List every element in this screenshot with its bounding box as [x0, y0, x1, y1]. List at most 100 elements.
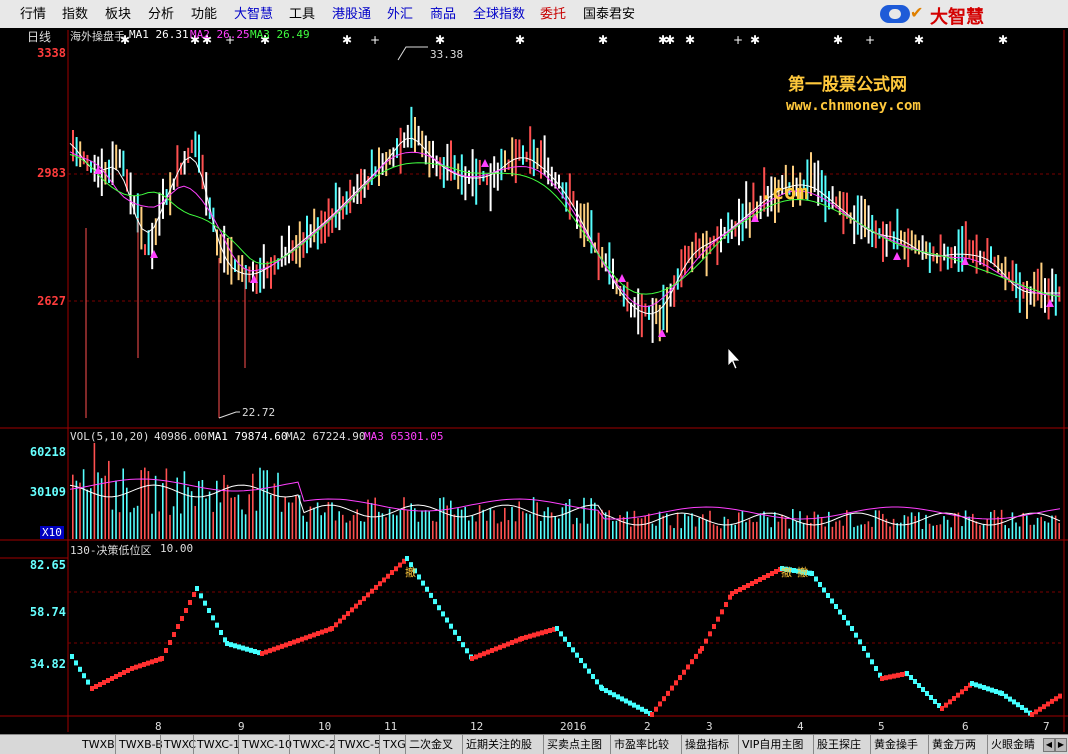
- candle: [496, 162, 499, 191]
- menu-item-3[interactable]: 分析: [148, 0, 174, 28]
- scroll-right-icon[interactable]: ▶: [1055, 738, 1067, 752]
- candle: [475, 158, 478, 205]
- volume-bar: [72, 474, 74, 539]
- menu-item-11[interactable]: 委托: [540, 0, 566, 28]
- menu-item-5[interactable]: 大智慧: [234, 0, 273, 28]
- star-icon: ✱: [750, 33, 760, 47]
- indicator-tab-13[interactable]: VIP自用主图: [738, 735, 803, 754]
- candle: [414, 116, 416, 153]
- volume-bar: [928, 523, 931, 539]
- oscillator-step: [494, 646, 498, 652]
- oscillator-step: [952, 696, 956, 701]
- volume-bar: [201, 479, 204, 539]
- oscillator-step: [86, 679, 90, 685]
- oscillator-step: [296, 638, 300, 644]
- oscillator-step: [724, 602, 728, 607]
- volume-bar: [1047, 522, 1050, 539]
- menu-item-8[interactable]: 外汇: [387, 0, 413, 28]
- indicator-tab-0[interactable]: TWXB: [82, 735, 115, 754]
- volume-bar: [162, 483, 164, 539]
- volume-bar: [532, 497, 535, 539]
- candle: [918, 240, 920, 255]
- indicator-tab-6[interactable]: TWXC-5: [334, 735, 381, 754]
- volume-bar: [79, 482, 81, 539]
- indicator-tab-16[interactable]: 黄金万两: [928, 735, 976, 754]
- volume-bar: [946, 519, 949, 539]
- indicator-tab-3[interactable]: TWXC-1: [193, 735, 240, 754]
- indicator-tab-10[interactable]: 买卖点主图: [543, 735, 602, 754]
- oscillator-step: [524, 634, 528, 640]
- menu-item-1[interactable]: 指数: [62, 0, 88, 28]
- chart-area[interactable]: ✱ ✱ ✱ + ✱ ✱ + ✱ ✱ ✱ ✱ ✱ ✱ + ✱ ✱ + ✱ ✱ 日线 海外操盘手 MA1 26.31 M…: [0, 28, 1068, 734]
- candle: [334, 182, 337, 228]
- candle: [745, 181, 748, 229]
- indicator-tab-5[interactable]: TWXC-2: [289, 735, 336, 754]
- volume-bar: [111, 509, 114, 539]
- menu-item-2[interactable]: 板块: [105, 0, 131, 28]
- volume-bar: [644, 515, 646, 539]
- oscillator-step: [1020, 705, 1024, 710]
- menu-item-7[interactable]: 港股通: [332, 0, 371, 28]
- volume-bar: [280, 511, 283, 539]
- volume-bar: [410, 503, 412, 539]
- candle: [889, 221, 892, 241]
- candle: [748, 202, 751, 238]
- oscillator-step: [445, 617, 449, 623]
- oscillator-step: [738, 587, 742, 592]
- volume-bar: [464, 506, 466, 539]
- volume-bar: [921, 528, 924, 539]
- oscillator-step: [74, 660, 78, 666]
- oscillator-step: [195, 586, 199, 591]
- indicator-tab-7[interactable]: TXG: [379, 735, 406, 754]
- volume-bar: [943, 516, 945, 539]
- volume-bar: [723, 516, 726, 539]
- volume-bar: [1022, 512, 1024, 539]
- volume-bar: [320, 515, 322, 539]
- brand[interactable]: ✔ 大智慧: [880, 3, 1060, 28]
- period-label[interactable]: 日线: [27, 28, 51, 45]
- indicator-tab-17[interactable]: 火眼金睛: [987, 735, 1035, 754]
- oscillator-step: [583, 663, 587, 669]
- volume-bar: [439, 498, 441, 539]
- menu-item-4[interactable]: 功能: [191, 0, 217, 28]
- candle: [684, 245, 686, 275]
- indicator-tab-8[interactable]: 二次金叉: [405, 735, 453, 754]
- volume-bar: [576, 517, 578, 539]
- oscillator-step: [245, 646, 249, 652]
- indicator-tab-15[interactable]: 黄金操手: [870, 735, 918, 754]
- scroll-left-icon[interactable]: ◀: [1043, 738, 1055, 752]
- menu-item-10[interactable]: 全球指数: [473, 0, 525, 28]
- volume-bar: [129, 512, 132, 539]
- volume-bar: [788, 528, 790, 539]
- volume-bar: [734, 524, 736, 539]
- price-tick-1: 2983: [37, 166, 66, 180]
- volume-bar: [158, 511, 160, 539]
- menu-item-0[interactable]: 行情: [20, 0, 46, 28]
- star-icon: ✱: [515, 33, 525, 47]
- indicator-tab-1[interactable]: TWXB-B: [115, 735, 163, 754]
- oscillator-step: [929, 695, 933, 700]
- oscillator-step: [616, 694, 620, 700]
- oscillator-step: [457, 636, 461, 641]
- indicator-tab-9[interactable]: 近期关注的股: [462, 735, 532, 754]
- indicator-tab-11[interactable]: 市盈率比较: [610, 735, 669, 754]
- indicator-tab-14[interactable]: 股王探庄: [813, 735, 861, 754]
- oscillator-step: [666, 690, 670, 696]
- volume-bar: [219, 502, 222, 539]
- candle: [316, 217, 319, 250]
- oscillator-step: [241, 645, 245, 651]
- menu-item-9[interactable]: 商品: [430, 0, 456, 28]
- volume-bar: [565, 502, 567, 539]
- chart-svg[interactable]: ✱ ✱ ✱ + ✱ ✱ + ✱ ✱ ✱ ✱✱ ✱ + ✱ ✱ + ✱ ✱: [0, 28, 1068, 734]
- menu-item-12[interactable]: 国泰君安: [583, 0, 635, 28]
- indicator-tab-12[interactable]: 操盘指标: [681, 735, 729, 754]
- oscillator-step: [160, 656, 164, 661]
- menu-item-6[interactable]: 工具: [289, 0, 315, 28]
- candle: [331, 208, 334, 233]
- volume-bar: [367, 499, 369, 539]
- indicator-tab-4[interactable]: TWXC-10: [238, 735, 292, 754]
- indicator-tab-2[interactable]: TWXC: [160, 735, 196, 754]
- volume-bar: [907, 516, 909, 539]
- oscillator-step: [858, 639, 862, 645]
- volume-bar: [255, 510, 258, 539]
